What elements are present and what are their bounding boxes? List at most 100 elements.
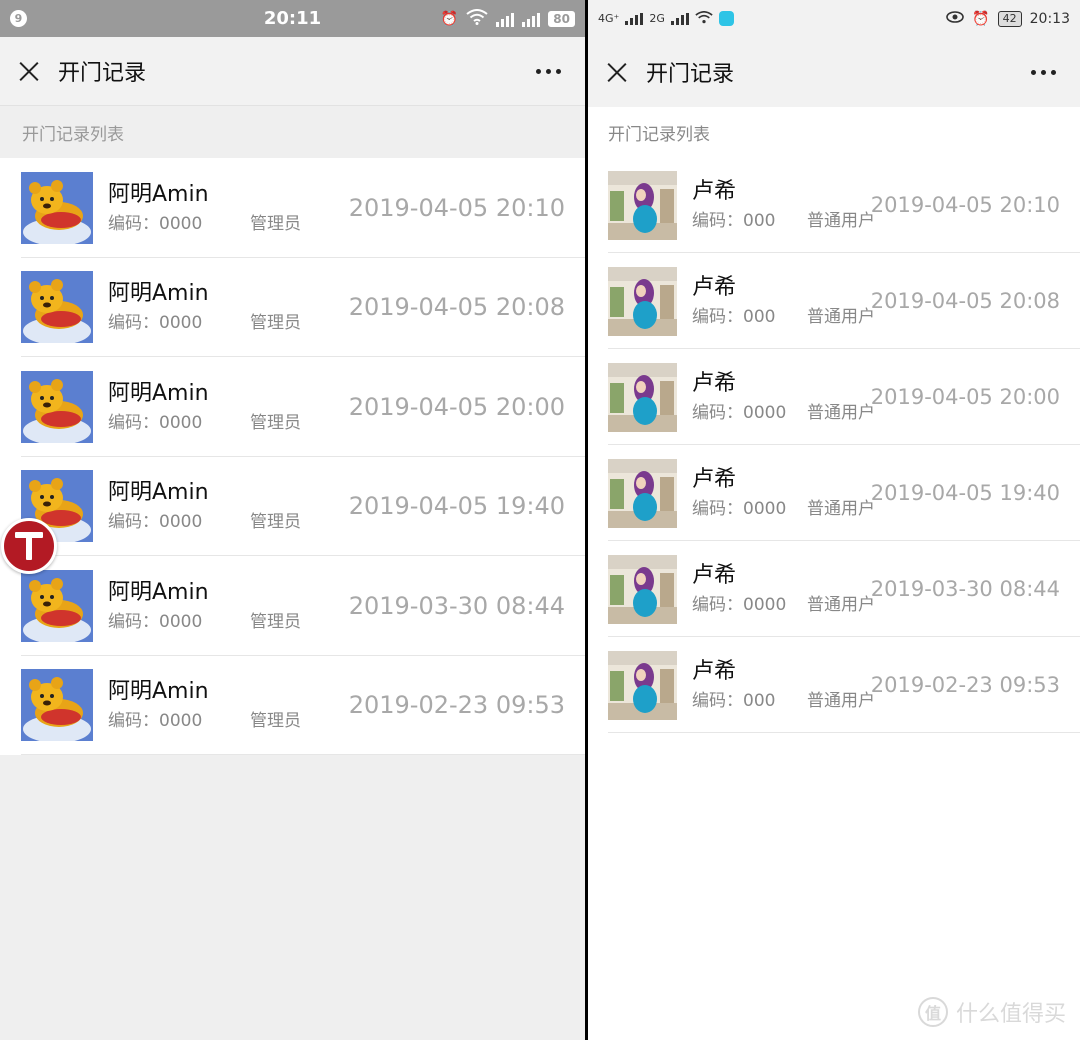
- user-code: 编码：0000: [108, 611, 250, 633]
- user-avatar: [21, 370, 93, 443]
- code-value: 0000: [159, 213, 203, 234]
- record-row[interactable]: 卢希 编码：0000 普通用户 2019-04-05 20:00: [588, 349, 1080, 445]
- user-role: 普通用户: [807, 403, 875, 423]
- user-avatar: [21, 271, 93, 344]
- user-role: 普通用户: [807, 499, 875, 519]
- more-options-icon[interactable]: [528, 61, 569, 82]
- user-role: 普通用户: [807, 691, 875, 711]
- user-code: 编码：0000: [692, 402, 807, 424]
- code-label: 编码：: [108, 512, 159, 533]
- eye-icon: [946, 10, 965, 27]
- user-avatar: [21, 569, 93, 642]
- code-value: 0000: [743, 499, 787, 519]
- record-row[interactable]: 阿明Amin 编码：0000 管理员 2019-04-05 20:10: [0, 158, 585, 258]
- page-title: 开门记录: [646, 62, 735, 87]
- user-avatar: [608, 554, 677, 624]
- page-title: 开门记录: [58, 61, 147, 86]
- status-time: 20:13: [1029, 10, 1070, 27]
- user-code: 编码：0000: [108, 412, 250, 434]
- record-info: 阿明Amin 编码：0000 管理员: [108, 280, 358, 334]
- record-row[interactable]: 卢希 编码：0000 普通用户 2019-04-05 19:40: [588, 445, 1080, 541]
- user-avatar: [608, 458, 677, 528]
- code-label: 编码：: [108, 213, 159, 234]
- status-bar: 9 20:11 ⏰ 80: [0, 0, 585, 37]
- wifi-icon: [466, 8, 488, 29]
- code-label: 编码：: [108, 412, 159, 433]
- user-code: 编码：000: [692, 306, 807, 328]
- title-bar: 开门记录: [0, 37, 585, 105]
- user-name: 阿明Amin: [108, 679, 209, 705]
- user-role: 普通用户: [807, 211, 875, 231]
- notification-count-badge: 9: [10, 10, 27, 27]
- user-code: 编码：0000: [108, 511, 250, 533]
- code-value: 000: [743, 307, 776, 327]
- close-icon[interactable]: [606, 61, 628, 83]
- user-name: 阿明Amin: [108, 281, 209, 307]
- code-value: 0000: [743, 595, 787, 615]
- user-avatar: [608, 362, 677, 432]
- record-info: 阿明Amin 编码：0000 管理员: [108, 380, 358, 434]
- right-screen: 4G⁺ 2G ⏰ 42 20:13 开门记录 开门记录列表 卢希 编码：000 普通…: [588, 0, 1080, 1040]
- record-time: 2019-04-05 20:10: [348, 193, 565, 222]
- user-name: 阿明Amin: [108, 181, 209, 207]
- code-label: 编码：: [108, 313, 159, 334]
- left-screen: 9 20:11 ⏰ 80 开门记录 开门记录列表 阿明Amin 编码：0000 管理…: [0, 0, 585, 1040]
- record-time: 2019-04-05 19:40: [348, 492, 565, 521]
- user-avatar: [608, 650, 677, 720]
- record-info: 阿明Amin 编码：0000 管理员: [108, 181, 358, 235]
- user-code: 编码：0000: [108, 710, 250, 732]
- floating-t-badge[interactable]: T: [1, 518, 57, 574]
- record-time: 2019-03-30 08:44: [870, 577, 1060, 601]
- user-code: 编码：0000: [692, 594, 807, 616]
- signal-icon: [670, 12, 689, 25]
- alarm-icon: ⏰: [440, 10, 459, 27]
- wifi-icon: [695, 10, 713, 27]
- close-icon[interactable]: [18, 60, 40, 82]
- code-label: 编码：: [108, 711, 159, 732]
- network-2g-label: 2G: [649, 12, 665, 25]
- signal-icon: [522, 11, 541, 27]
- record-row[interactable]: 卢希 编码：000 普通用户 2019-04-05 20:08: [588, 253, 1080, 349]
- battery-icon: 80: [548, 10, 575, 27]
- code-value: 0000: [159, 611, 203, 632]
- code-label: 编码：: [692, 403, 743, 423]
- record-row[interactable]: 阿明Amin 编码：0000 管理员 2019-04-05 19:40: [0, 457, 585, 557]
- record-info: 阿明Amin 编码：0000 管理员: [108, 579, 358, 633]
- section-header: 开门记录列表: [588, 107, 1080, 157]
- app-notification-icon: [718, 11, 734, 26]
- code-label: 编码：: [692, 595, 743, 615]
- alarm-icon: ⏰: [972, 10, 990, 27]
- battery-icon: 42: [997, 10, 1022, 27]
- user-role: 管理员: [250, 313, 301, 334]
- more-options-icon[interactable]: [1023, 62, 1064, 83]
- record-row[interactable]: 卢希 编码：000 普通用户 2019-02-23 09:53: [588, 637, 1080, 733]
- record-time: 2019-02-23 09:53: [348, 691, 565, 720]
- code-value: 000: [743, 691, 776, 711]
- user-role: 管理员: [250, 412, 301, 433]
- network-4g-label: 4G⁺: [598, 12, 620, 25]
- record-time: 2019-04-05 20:10: [870, 193, 1060, 217]
- record-row[interactable]: 卢希 编码：000 普通用户 2019-04-05 20:10: [588, 157, 1080, 253]
- user-code: 编码：0000: [108, 312, 250, 334]
- user-code: 编码：0000: [692, 498, 807, 520]
- user-role: 管理员: [250, 512, 301, 533]
- record-meta: 编码：0000 管理员: [108, 511, 358, 533]
- user-role: 管理员: [250, 213, 301, 234]
- user-name: 阿明Amin: [108, 480, 209, 506]
- record-list: 阿明Amin 编码：0000 管理员 2019-04-05 20:10 阿明Amin 编码…: [0, 158, 585, 755]
- user-avatar: [21, 669, 93, 742]
- record-info: 阿明Amin 编码：0000 管理员: [108, 678, 358, 732]
- code-value: 0000: [743, 403, 787, 423]
- record-row[interactable]: 卢希 编码：0000 普通用户 2019-03-30 08:44: [588, 541, 1080, 637]
- user-role: 管理员: [250, 611, 301, 632]
- record-row[interactable]: 阿明Amin 编码：0000 管理员 2019-03-30 08:44: [0, 556, 585, 656]
- code-value: 0000: [159, 512, 203, 533]
- record-time: 2019-03-30 08:44: [348, 591, 565, 620]
- record-time: 2019-02-23 09:53: [870, 673, 1060, 697]
- record-meta: 编码：0000 管理员: [108, 710, 358, 732]
- record-row[interactable]: 阿明Amin 编码：0000 管理员 2019-02-23 09:53: [0, 656, 585, 756]
- record-row[interactable]: 阿明Amin 编码：0000 管理员 2019-04-05 20:08: [0, 258, 585, 358]
- code-label: 编码：: [692, 307, 743, 327]
- record-row[interactable]: 阿明Amin 编码：0000 管理员 2019-04-05 20:00: [0, 357, 585, 457]
- code-label: 编码：: [108, 611, 159, 632]
